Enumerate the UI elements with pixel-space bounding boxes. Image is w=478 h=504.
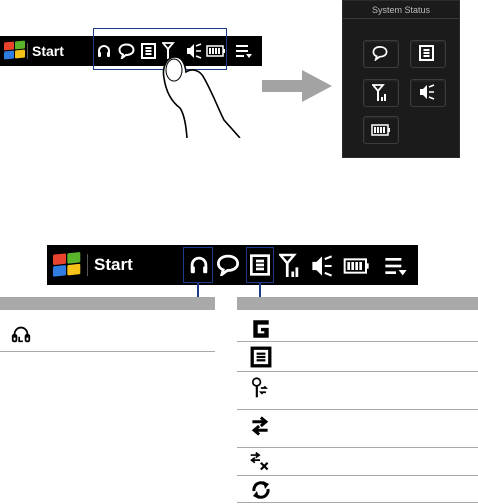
row-divider: [0, 351, 215, 352]
message-status-button[interactable]: [363, 40, 399, 68]
row-divider: [237, 447, 478, 448]
signal-status-button[interactable]: [363, 79, 399, 107]
connecting-antenna-icon: [251, 377, 268, 398]
volume-icon: [420, 84, 435, 100]
start-button[interactable]: Start: [94, 255, 133, 275]
finger-tap-illustration: [162, 56, 241, 138]
divider: [87, 254, 88, 276]
volume-status-button[interactable]: [410, 79, 446, 107]
callout-box-headphones: [183, 247, 213, 283]
windows-logo-icon[interactable]: [53, 252, 82, 277]
data-disconnected-icon: [250, 451, 269, 471]
e-status-button[interactable]: [410, 40, 446, 68]
battery-icon[interactable]: [343, 258, 369, 274]
start-button[interactable]: Start: [32, 43, 64, 59]
row-divider: [237, 341, 478, 342]
row-divider: [237, 475, 478, 476]
battery-icon: [371, 124, 390, 136]
row-divider: [237, 502, 478, 503]
data-transfer-icon: [251, 416, 269, 436]
row-divider: [237, 371, 478, 372]
divider: [343, 18, 459, 19]
row-divider: [237, 409, 478, 410]
message-icon[interactable]: [216, 254, 240, 276]
sync-icon: [252, 481, 270, 499]
connector-line: [197, 283, 199, 297]
volume-icon[interactable]: [311, 255, 333, 277]
callout-box-e: [246, 247, 274, 283]
system-status-title: System Status: [371, 5, 431, 15]
g-icon: [253, 320, 269, 338]
system-status-panel: System Status: [342, 0, 460, 158]
windows-logo-icon[interactable]: [4, 40, 26, 60]
connector-line: [259, 283, 261, 297]
bottom-taskbar: Start: [47, 245, 418, 285]
headphones-icon: [11, 326, 31, 343]
menu-icon[interactable]: [384, 255, 408, 277]
arrow-icon: [262, 70, 332, 102]
battery-status-button[interactable]: [363, 116, 399, 144]
message-icon: [372, 46, 388, 61]
e-icon: [419, 45, 434, 61]
divider: [27, 43, 28, 59]
right-table-header: [237, 297, 478, 310]
signal-icon[interactable]: [279, 253, 301, 279]
left-table-header: [0, 297, 215, 310]
signal-icon: [372, 84, 386, 101]
e-icon: [250, 346, 272, 368]
